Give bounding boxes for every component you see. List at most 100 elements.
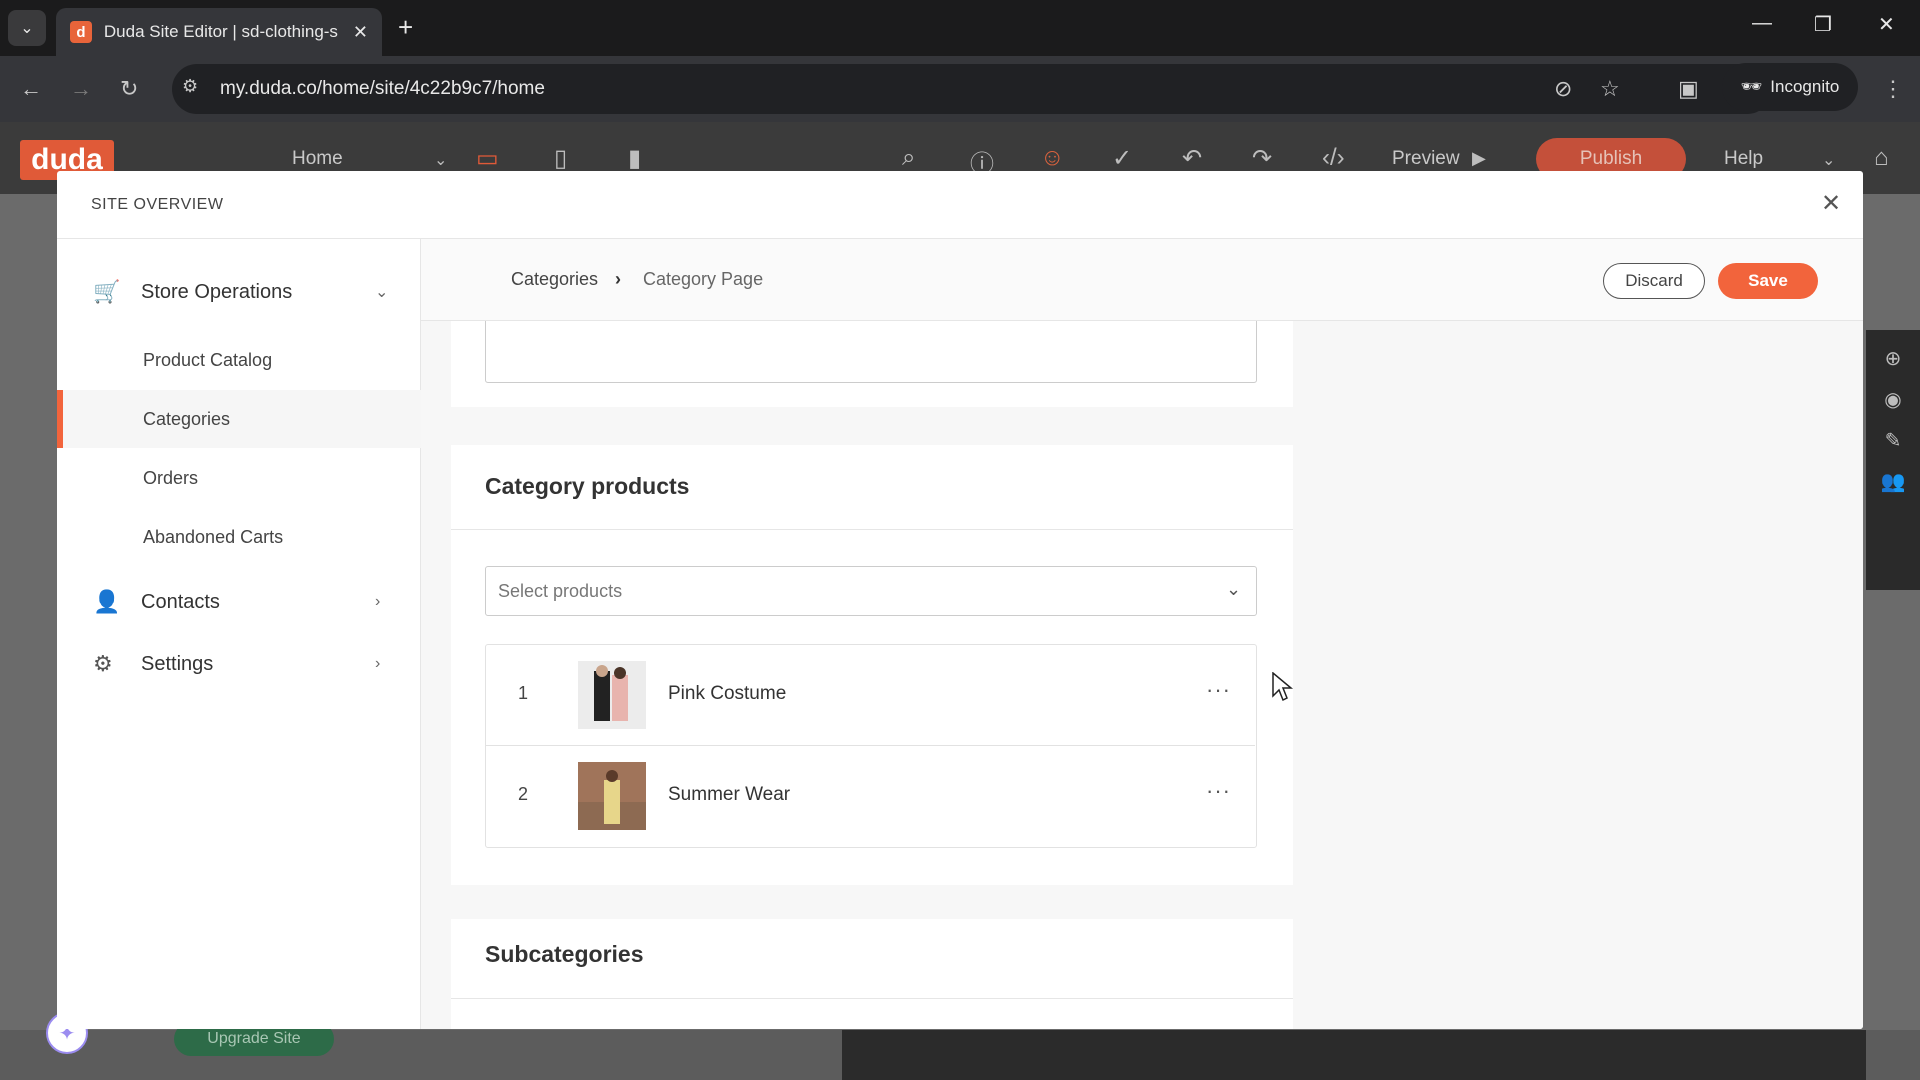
page-selector[interactable]: Home bbox=[292, 148, 343, 170]
reload-icon[interactable]: ↻ bbox=[120, 76, 138, 102]
modal-title: SITE OVERVIEW bbox=[91, 196, 224, 213]
help-button[interactable]: Help bbox=[1724, 148, 1763, 170]
subcategories-title: Subcategories bbox=[485, 941, 644, 967]
sidebar-item-store-operations[interactable]: 🛒 Store Operations ⌄ bbox=[57, 263, 421, 321]
category-products-card: Category products Select products ⌄ 1 Pi bbox=[451, 445, 1293, 885]
product-list: 1 Pink Costume ··· 2 Summer Wear ··· bbox=[485, 644, 1257, 848]
url-text: my.duda.co/home/site/4c22b9c7/home bbox=[220, 78, 545, 99]
category-products-title: Category products bbox=[485, 473, 690, 499]
sidebar-item-categories[interactable]: Categories bbox=[57, 390, 421, 448]
contacts-icon: 👤 bbox=[93, 589, 121, 614]
window-close-icon[interactable]: ✕ bbox=[1878, 12, 1895, 37]
users-icon[interactable]: 👥 bbox=[1866, 469, 1920, 494]
product-row[interactable]: 2 Summer Wear ··· bbox=[486, 746, 1255, 847]
browser-menu-icon[interactable]: ⋮ bbox=[1882, 76, 1904, 102]
mobile-view-icon[interactable]: ▮ bbox=[628, 144, 641, 173]
right-toolbar: ⊕ ◉ ✎ 👥 bbox=[1866, 330, 1920, 590]
incognito-indicator[interactable]: 🕶 Incognito bbox=[1722, 63, 1858, 111]
breadcrumb-current: Category Page bbox=[643, 269, 764, 289]
side-panel-icon[interactable]: ▣ bbox=[1678, 76, 1699, 102]
checkmark-icon[interactable]: ✓ bbox=[1112, 144, 1132, 173]
tab-search-button[interactable]: ⌄ bbox=[8, 10, 46, 46]
sidebar-item-orders[interactable]: Orders bbox=[57, 449, 421, 507]
product-index: 1 bbox=[518, 683, 529, 703]
page-dropdown-chevron-icon[interactable]: ⌄ bbox=[434, 150, 447, 170]
help-chevron-icon[interactable]: ⌄ bbox=[1822, 150, 1835, 170]
chevron-down-icon: ⌄ bbox=[1226, 579, 1242, 599]
divider bbox=[451, 998, 1293, 999]
pink-costume-thumbnail bbox=[578, 661, 646, 729]
forward-icon[interactable]: → bbox=[70, 76, 92, 102]
restore-icon[interactable]: ❐ bbox=[1814, 12, 1832, 37]
breadcrumb-bar: Categories › Category Page Discard Save bbox=[421, 239, 1863, 321]
cart-icon: 🛒 bbox=[93, 279, 121, 304]
sidebar-item-label: Abandoned Carts bbox=[143, 526, 284, 547]
redo-icon[interactable]: ↷ bbox=[1252, 144, 1272, 173]
preview-button[interactable]: Preview bbox=[1392, 148, 1460, 170]
sidebar-item-label: Store Operations bbox=[141, 280, 293, 303]
description-card bbox=[451, 321, 1293, 407]
chevron-right-icon: › bbox=[375, 655, 381, 672]
divider bbox=[451, 529, 1293, 530]
select-products-dropdown[interactable]: Select products ⌄ bbox=[485, 566, 1257, 616]
sidebar-item-settings[interactable]: ⚙ Settings › bbox=[57, 635, 421, 693]
undo-icon[interactable]: ↶ bbox=[1182, 144, 1202, 173]
chevron-right-icon: › bbox=[375, 593, 381, 610]
home-icon[interactable]: ⌂ bbox=[1874, 144, 1889, 172]
product-row[interactable]: 1 Pink Costume ··· bbox=[486, 645, 1255, 746]
sidebar-item-label: Settings bbox=[141, 652, 214, 675]
sidebar-item-product-catalog[interactable]: Product Catalog bbox=[57, 331, 421, 389]
select-placeholder: Select products bbox=[498, 581, 623, 601]
browser-chrome: ⌄ d Duda Site Editor | sd-clothing-s ✕ +… bbox=[0, 0, 1920, 122]
sidebar-item-label: Orders bbox=[143, 467, 199, 488]
bookmark-star-icon[interactable]: ☆ bbox=[1600, 76, 1620, 102]
duda-favicon-icon: d bbox=[70, 21, 92, 43]
sidebar-item-contacts[interactable]: 👤 Contacts › bbox=[57, 573, 421, 631]
code-icon[interactable]: ‹/› bbox=[1322, 144, 1345, 172]
edit-icon[interactable]: ✎ bbox=[1866, 428, 1920, 453]
chevron-down-icon: ⌄ bbox=[375, 284, 389, 301]
summer-wear-thumbnail bbox=[578, 762, 646, 830]
site-settings-icon[interactable]: ⚙ bbox=[182, 76, 198, 97]
overview-sidebar: 🛒 Store Operations ⌄ Product Catalog Cat… bbox=[57, 239, 421, 1029]
tab-title: Duda Site Editor | sd-clothing-s bbox=[103, 22, 338, 41]
cursor-arrow-icon bbox=[1272, 672, 1294, 702]
breadcrumb-categories-link[interactable]: Categories bbox=[511, 269, 598, 290]
incognito-label: Incognito bbox=[1770, 77, 1840, 96]
comments-icon[interactable]: ☺ bbox=[1040, 144, 1065, 172]
sidebar-item-abandoned-carts[interactable]: Abandoned Carts bbox=[57, 508, 421, 566]
tab-close-icon[interactable]: ✕ bbox=[353, 22, 368, 43]
navigation-bar: ← → ↻ ⚙ my.duda.co/home/site/4c22b9c7/ho… bbox=[0, 56, 1920, 122]
subcategories-card: Subcategories bbox=[451, 919, 1293, 1029]
discard-button[interactable]: Discard bbox=[1603, 263, 1705, 299]
play-icon: ▶ bbox=[1472, 148, 1486, 168]
new-tab-button[interactable]: + bbox=[398, 12, 413, 43]
incognito-icon: 🕶 bbox=[1740, 77, 1763, 96]
modal-header: SITE OVERVIEW ✕ bbox=[57, 171, 1863, 239]
tab-strip: ⌄ d Duda Site Editor | sd-clothing-s ✕ +… bbox=[0, 0, 1920, 56]
search-icon[interactable]: ⌕ bbox=[902, 144, 915, 172]
address-bar[interactable]: ⚙ my.duda.co/home/site/4c22b9c7/home ⊘ ☆ bbox=[172, 64, 1772, 114]
sidebar-item-label: Categories bbox=[143, 408, 231, 429]
breadcrumb-chevron-icon: › bbox=[615, 269, 621, 289]
product-name: Summer Wear bbox=[668, 784, 791, 805]
back-icon[interactable]: ← bbox=[20, 76, 42, 102]
site-overview-modal: SITE OVERVIEW ✕ 🛒 Store Operations ⌄ Pro… bbox=[57, 171, 1863, 1029]
background-photo bbox=[842, 1030, 1866, 1080]
desktop-view-icon[interactable]: ▭ bbox=[476, 144, 499, 173]
save-button[interactable]: Save bbox=[1718, 263, 1818, 299]
add-icon[interactable]: ⊕ bbox=[1866, 346, 1920, 371]
minimize-icon[interactable]: — bbox=[1752, 12, 1772, 35]
more-options-icon[interactable]: ··· bbox=[1206, 677, 1231, 703]
description-textarea[interactable] bbox=[485, 321, 1257, 383]
eye-off-icon[interactable]: ⊘ bbox=[1554, 76, 1572, 102]
product-index: 2 bbox=[518, 784, 529, 804]
browser-tab[interactable]: d Duda Site Editor | sd-clothing-s ✕ bbox=[56, 8, 382, 56]
modal-close-icon[interactable]: ✕ bbox=[1821, 189, 1841, 218]
more-options-icon[interactable]: ··· bbox=[1206, 778, 1231, 804]
sidebar-item-label: Contacts bbox=[141, 590, 220, 613]
product-name: Pink Costume bbox=[668, 683, 787, 704]
tablet-view-icon[interactable]: ▯ bbox=[554, 144, 567, 173]
sidebar-item-label: Product Catalog bbox=[143, 349, 273, 370]
chat-icon[interactable]: ◉ bbox=[1866, 387, 1920, 412]
